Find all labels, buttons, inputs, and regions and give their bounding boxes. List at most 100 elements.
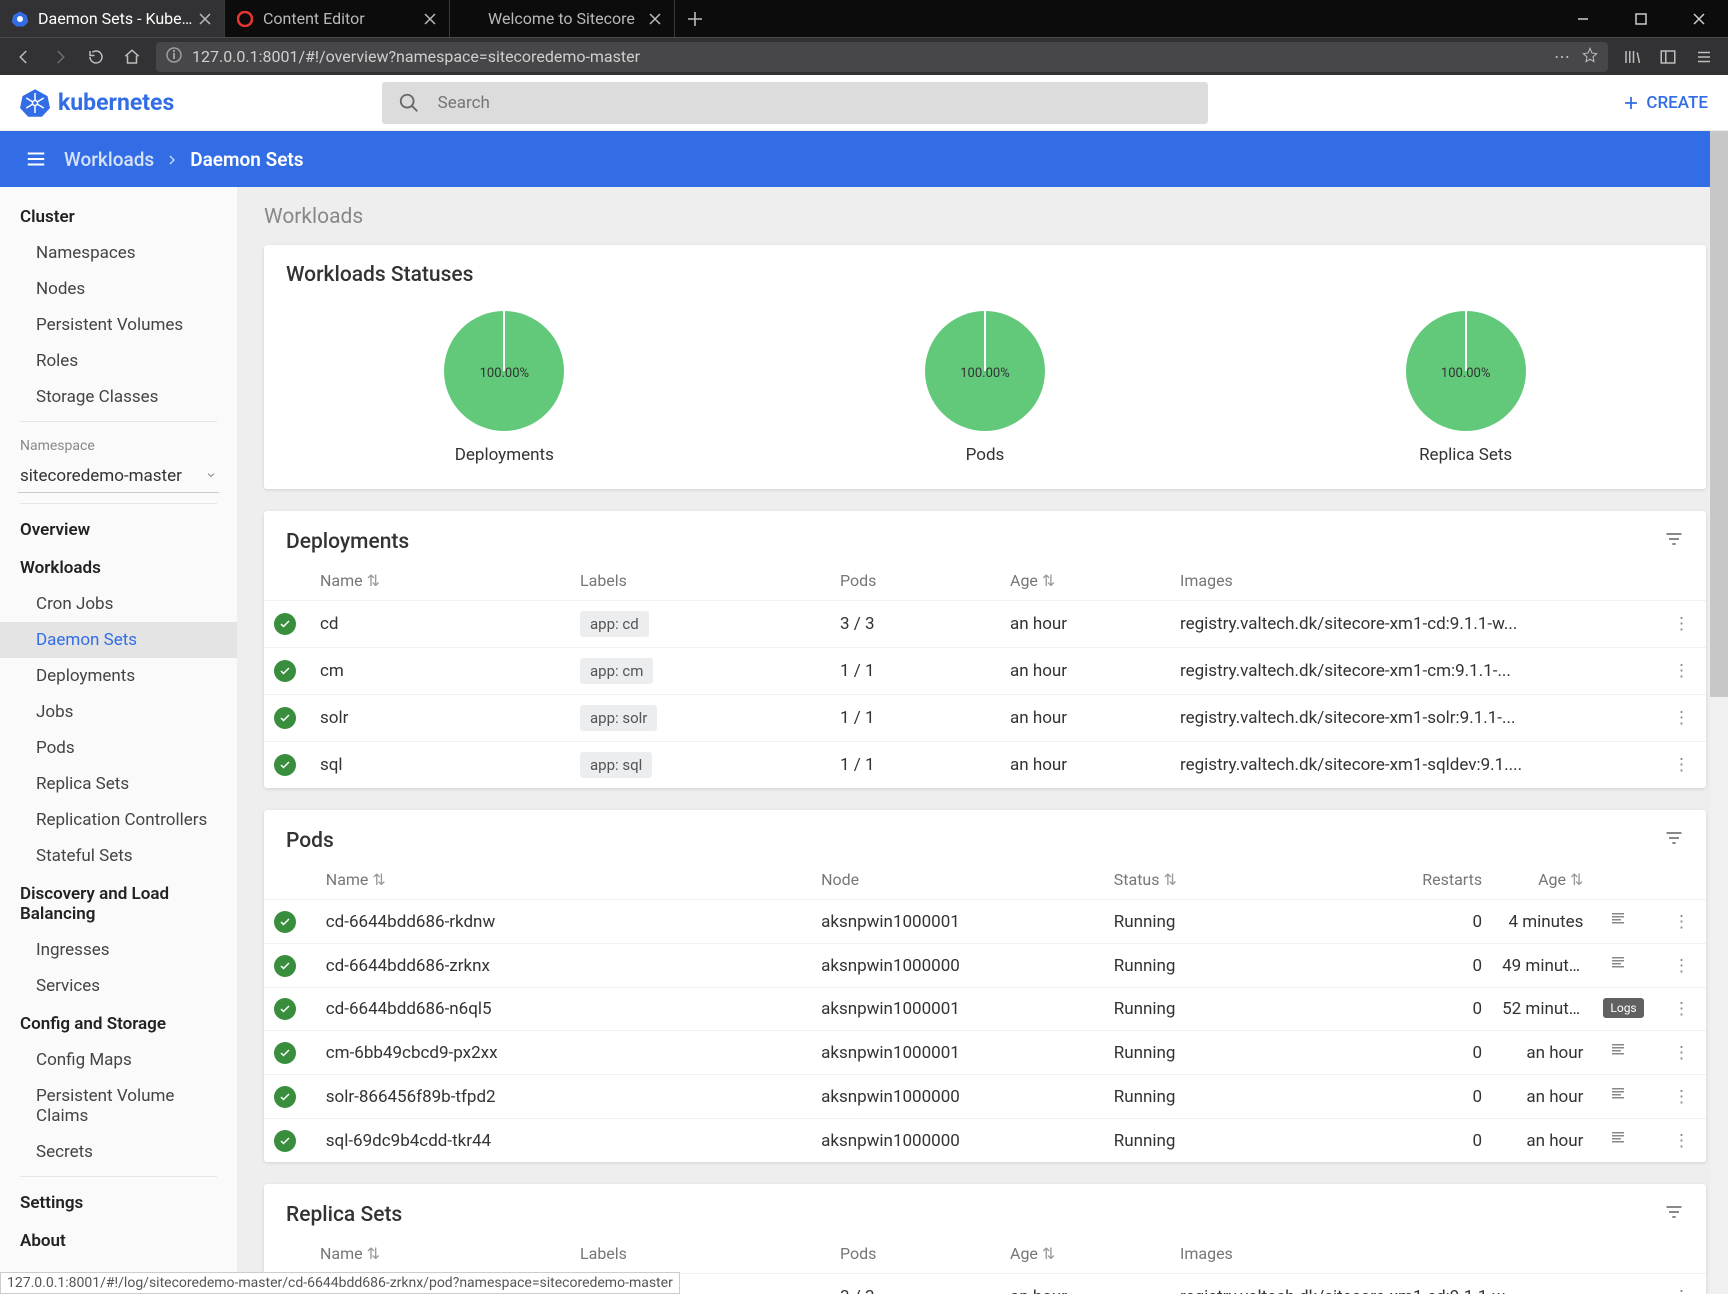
sidebar-item-settings[interactable]: Settings [0,1183,237,1221]
sidebar-item-overview[interactable]: Overview [0,510,237,548]
sidebar-item-deployments[interactable]: Deployments [0,658,237,694]
sidebar-item-storageclasses[interactable]: Storage Classes [0,379,237,415]
row-menu-icon[interactable]: ⋮ [1667,1087,1696,1107]
pod-link[interactable]: solr-866456f89b-tfpd2 [316,1075,811,1119]
label-chip[interactable]: app: solr [580,705,657,731]
filter-icon[interactable] [1664,828,1684,854]
new-tab-button[interactable] [675,0,715,37]
col-node[interactable]: Node [811,858,1104,900]
col-restarts[interactable]: Restarts [1396,858,1492,900]
col-labels[interactable]: Labels [570,559,830,601]
deployment-link[interactable]: cm [310,648,570,695]
nav-forward-button[interactable] [42,39,78,75]
site-info-icon[interactable] [166,47,182,67]
pod-link[interactable]: sql-69dc9b4cdd-tkr44 [316,1119,811,1163]
nav-reload-button[interactable] [78,39,114,75]
page-actions-icon[interactable]: ⋯ [1554,47,1570,67]
logs-icon[interactable] [1603,957,1633,977]
label-chip[interactable]: app: cm [580,658,653,684]
sidebar-item-ingresses[interactable]: Ingresses [0,932,237,968]
col-status[interactable]: Status⇅ [1104,858,1397,900]
sidebar-item-jobs[interactable]: Jobs [0,694,237,730]
col-pods[interactable]: Pods [830,1232,1000,1274]
row-menu-icon[interactable]: ⋮ [1667,1287,1696,1294]
sidebar-item-pv[interactable]: Persistent Volumes [0,307,237,343]
browser-tab-1[interactable]: Content Editor [225,0,450,37]
app-menu-icon[interactable] [1686,39,1722,75]
sidebar-item-configmaps[interactable]: Config Maps [0,1042,237,1078]
sidebar-heading-config[interactable]: Config and Storage [0,1004,237,1042]
bookmark-star-icon[interactable] [1582,47,1598,67]
sidebar-heading-cluster[interactable]: Cluster [0,197,237,235]
row-menu-icon[interactable]: ⋮ [1667,1043,1696,1063]
col-age[interactable]: Age⇅ [1492,858,1593,900]
scrollbar-thumb[interactable] [1710,131,1728,697]
row-menu-icon[interactable]: ⋮ [1667,999,1696,1019]
col-pods[interactable]: Pods [830,559,1000,601]
label-chip[interactable]: app: sql [580,752,652,778]
col-labels[interactable]: Labels [570,1232,830,1274]
deployment-link[interactable]: solr [310,695,570,742]
window-minimize-button[interactable] [1554,0,1612,37]
nav-drawer-toggle[interactable] [18,141,54,177]
namespace-select[interactable]: sitecoredemo-master [18,460,219,493]
pod-link[interactable]: cd-6644bdd686-n6ql5 [316,988,811,1031]
sidebar-heading-discovery[interactable]: Discovery and Load Balancing [0,874,237,932]
pod-link[interactable]: cm-6bb49cbcd9-px2xx [316,1031,811,1075]
sidebar-item-pods[interactable]: Pods [0,730,237,766]
pod-link[interactable]: cd-6644bdd686-zrknx [316,944,811,988]
search-box[interactable] [382,82,1208,124]
window-maximize-button[interactable] [1612,0,1670,37]
logs-icon[interactable] [1603,913,1633,933]
col-images[interactable]: Images [1170,559,1652,601]
url-input[interactable] [192,47,1554,66]
filter-icon[interactable] [1664,529,1684,555]
browser-tab-2[interactable]: Welcome to Sitecore [450,0,675,37]
sidebar-item-rc[interactable]: Replication Controllers [0,802,237,838]
col-images[interactable]: Images [1170,1232,1652,1274]
sidebar-item-namespaces[interactable]: Namespaces [0,235,237,271]
sidebar-item-nodes[interactable]: Nodes [0,271,237,307]
col-name[interactable]: Name⇅ [316,858,811,900]
filter-icon[interactable] [1664,1202,1684,1228]
window-close-button[interactable] [1670,0,1728,37]
browser-tab-0[interactable]: Daemon Sets - Kubernetes Das [0,0,225,37]
create-button[interactable]: CREATE [1622,93,1708,113]
sidebar-item-services[interactable]: Services [0,968,237,1004]
sidebar-item-pvc[interactable]: Persistent Volume Claims [0,1078,237,1134]
row-menu-icon[interactable]: ⋮ [1667,1131,1696,1151]
sidebar-item-roles[interactable]: Roles [0,343,237,379]
sidebar-item-cronjobs[interactable]: Cron Jobs [0,586,237,622]
breadcrumb-root[interactable]: Workloads [64,148,154,171]
logs-icon[interactable] [1603,1088,1633,1108]
row-menu-icon[interactable]: ⋮ [1667,912,1696,932]
deployment-link[interactable]: cd [310,601,570,648]
sidebar-item-secrets[interactable]: Secrets [0,1134,237,1170]
pod-link[interactable]: cd-6644bdd686-rkdnw [316,900,811,944]
logs-icon[interactable] [1603,1132,1633,1152]
sidebar-toggle-icon[interactable] [1650,39,1686,75]
row-menu-icon[interactable]: ⋮ [1667,614,1696,634]
deployment-link[interactable]: sql [310,742,570,789]
tab-close-icon[interactable] [196,10,214,28]
col-age[interactable]: Age⇅ [1000,1232,1170,1274]
library-icon[interactable] [1614,39,1650,75]
logs-icon[interactable] [1603,1044,1633,1064]
search-input[interactable] [438,93,1192,113]
tab-close-icon[interactable] [646,10,664,28]
row-menu-icon[interactable]: ⋮ [1667,755,1696,775]
sidebar-item-statefulsets[interactable]: Stateful Sets [0,838,237,874]
sidebar-item-about[interactable]: About [0,1221,237,1259]
sidebar-item-replicasets[interactable]: Replica Sets [0,766,237,802]
url-bar[interactable]: ⋯ [156,42,1608,72]
row-menu-icon[interactable]: ⋮ [1667,956,1696,976]
col-age[interactable]: Age⇅ [1000,559,1170,601]
sidebar-item-daemonsets[interactable]: Daemon Sets [0,622,237,658]
nav-home-button[interactable] [114,39,150,75]
nav-back-button[interactable] [6,39,42,75]
tab-close-icon[interactable] [421,10,439,28]
sidebar-heading-workloads[interactable]: Workloads [0,548,237,586]
col-name[interactable]: Name⇅ [310,1232,570,1274]
row-menu-icon[interactable]: ⋮ [1667,661,1696,681]
kubernetes-logo[interactable]: kubernetes [20,88,174,118]
